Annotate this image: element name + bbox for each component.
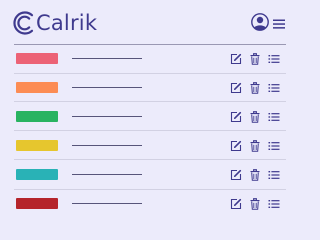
color-swatch[interactable]: [16, 140, 58, 151]
list-icon: [268, 169, 280, 181]
edit-icon: [230, 82, 242, 94]
details-button[interactable]: [268, 198, 280, 210]
color-swatch[interactable]: [16, 111, 58, 122]
delete-button[interactable]: [249, 198, 261, 210]
list-item: [0, 44, 300, 73]
list-item: [0, 102, 300, 131]
edit-icon: [230, 198, 242, 210]
user-avatar-icon[interactable]: [251, 13, 269, 31]
hamburger-menu-icon[interactable]: [273, 15, 285, 29]
color-swatch[interactable]: [16, 169, 58, 180]
delete-button[interactable]: [249, 82, 261, 94]
trash-icon: [249, 140, 261, 152]
details-button[interactable]: [268, 53, 280, 65]
delete-button[interactable]: [249, 111, 261, 123]
color-swatch[interactable]: [16, 198, 58, 209]
row-placeholder-line: [72, 87, 142, 88]
trash-icon: [249, 169, 261, 181]
color-swatch[interactable]: [16, 53, 58, 64]
row-placeholder-line: [72, 145, 142, 146]
color-swatch[interactable]: [16, 82, 58, 93]
list-icon: [268, 82, 280, 94]
edit-button[interactable]: [230, 82, 242, 94]
list-item: [0, 160, 300, 189]
edit-icon: [230, 140, 242, 152]
edit-icon: [230, 169, 242, 181]
trash-icon: [249, 82, 261, 94]
edit-button[interactable]: [230, 53, 242, 65]
edit-icon: [230, 53, 242, 65]
edit-button[interactable]: [230, 111, 242, 123]
list-item: [0, 73, 300, 102]
trash-icon: [249, 198, 261, 210]
row-placeholder-line: [72, 58, 142, 59]
delete-button[interactable]: [249, 140, 261, 152]
trash-icon: [249, 111, 261, 123]
details-button[interactable]: [268, 82, 280, 94]
row-placeholder-line: [72, 203, 142, 204]
app-header: Calrik: [0, 0, 300, 44]
list-item: [0, 131, 300, 160]
list-icon: [268, 53, 280, 65]
edit-button[interactable]: [230, 140, 242, 152]
edit-button[interactable]: [230, 198, 242, 210]
list-icon: [268, 140, 280, 152]
row-placeholder-line: [72, 116, 142, 117]
list-icon: [268, 111, 280, 123]
logo[interactable]: Calrik: [13, 9, 97, 37]
row-placeholder-line: [72, 174, 142, 175]
delete-button[interactable]: [249, 53, 261, 65]
trash-icon: [249, 53, 261, 65]
delete-button[interactable]: [249, 169, 261, 181]
details-button[interactable]: [268, 169, 280, 181]
edit-button[interactable]: [230, 169, 242, 181]
list-icon: [268, 198, 280, 210]
list-item: [0, 189, 300, 218]
edit-icon: [230, 111, 242, 123]
details-button[interactable]: [268, 140, 280, 152]
logo-text: Calrik: [36, 11, 98, 35]
details-button[interactable]: [268, 111, 280, 123]
logo-c-icon: [13, 10, 35, 36]
